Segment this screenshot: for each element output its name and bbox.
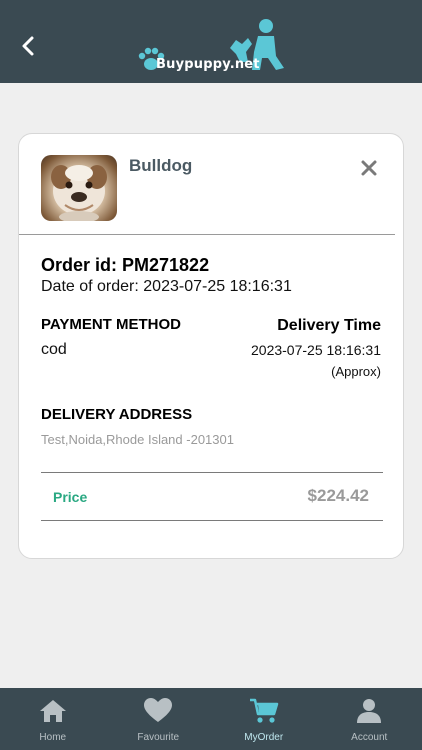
bulldog-photo [51,165,107,221]
pet-name: Bulldog [129,156,193,175]
delivery-address-value: Test,Noida,Rhode Island -201301 [41,432,234,447]
divider [19,234,395,235]
price-value: $224.42 [307,486,369,505]
nav-item-account[interactable]: Account [317,688,422,750]
divider [41,472,383,473]
nav-label-account: Account [351,732,388,743]
home-icon [39,700,66,722]
divider [41,520,383,521]
delivery-time-value: 2023-07-25 18:16:31 [251,342,381,358]
pet-image [41,155,117,221]
nav-label-home: Home [39,732,67,743]
app-header: Buypuppy.net [0,0,422,83]
order-id: Order id: PM271822 [41,255,210,275]
nav-label-favourite: Favourite [137,732,180,743]
order-card: Bulldog Order id: PM271822 Date of order… [18,133,404,559]
order-date: Date of order: 2023-07-25 18:16:31 [41,278,292,295]
nav-item-favourite[interactable]: Favourite [106,688,212,750]
delivery-address-heading: DELIVERY ADDRESS [41,406,193,423]
nav-label-myorder: MyOrder [244,732,284,743]
user-icon [357,699,382,723]
nav-item-myorder[interactable]: MyOrder [211,688,317,750]
close-icon [361,160,377,176]
chevron-left-icon [22,36,34,56]
delivery-time-heading: Delivery Time [277,317,381,334]
price-label: Price [53,489,88,505]
logo-text: Buypuppy.net [156,57,260,72]
payment-method-value: cod [41,341,67,358]
cart-icon [249,698,278,723]
logo: Buypuppy.net [136,18,288,74]
back-button[interactable] [14,32,42,60]
nav-item-home[interactable]: Home [0,688,106,750]
payment-method-heading: PAYMENT METHOD [41,316,182,333]
heart-icon [144,698,173,722]
close-button[interactable] [359,158,379,178]
delivery-time-note: (Approx) [331,364,381,379]
bottom-nav: Home Favourite MyOrder Account [0,688,422,750]
